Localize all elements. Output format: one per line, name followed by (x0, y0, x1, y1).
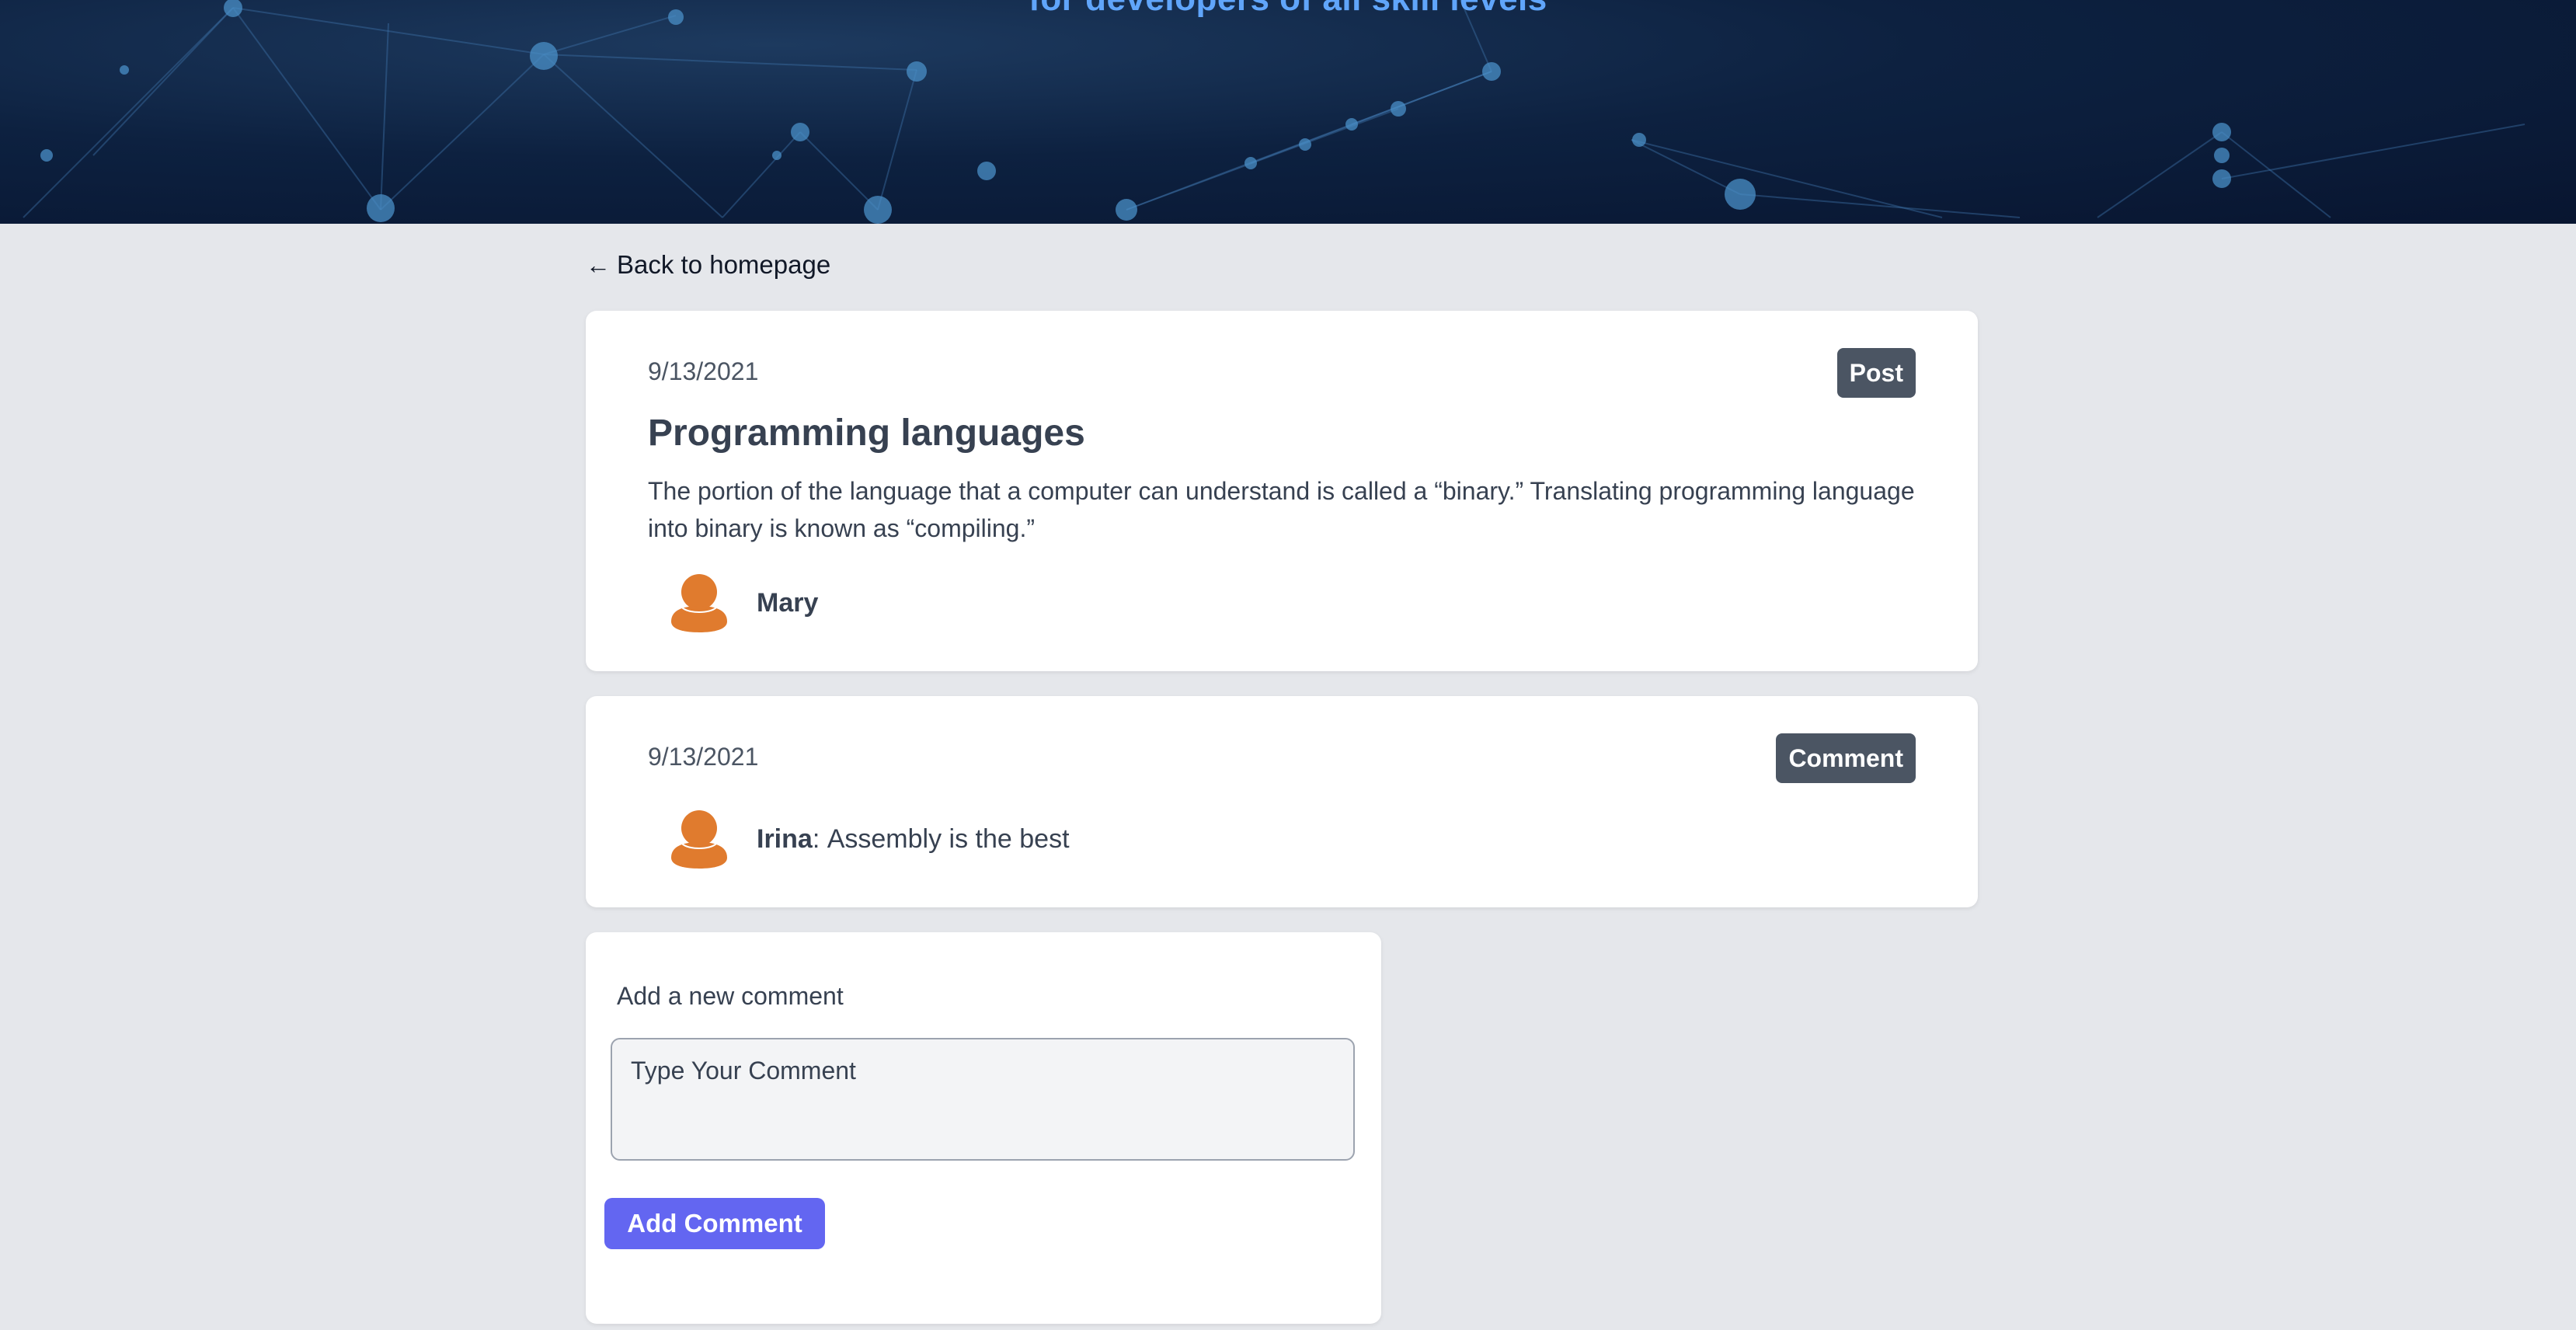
hero-tagline: for developers of all skill levels (0, 0, 2576, 19)
post-date: 9/13/2021 (648, 357, 759, 385)
post-type-badge: Post (1836, 348, 1916, 398)
comment-card: 9/13/2021 Comment Irina: Assembly is the… (586, 696, 1978, 907)
post-author-name: Mary (757, 587, 819, 618)
post-card: 9/13/2021 Post Programming languages The… (586, 311, 1978, 671)
new-comment-heading: Add a new comment (617, 982, 844, 1010)
add-comment-button[interactable]: Add Comment (604, 1198, 825, 1249)
network-background-graphic (23, 0, 2526, 224)
new-comment-form: Add a new comment Add Comment (586, 932, 1381, 1324)
comment-text: Assembly is the best (827, 823, 1070, 854)
comment-separator: : (812, 823, 827, 854)
comment-author: Irina: Assembly is the best (671, 809, 1070, 869)
hero-banner: for developers of all skill levels (0, 0, 2576, 224)
post-body: The portion of the language that a compu… (648, 477, 1915, 542)
comment-input[interactable] (611, 1038, 1355, 1161)
comment-type-badge: Comment (1776, 733, 1916, 783)
back-link-label: Back to homepage (617, 250, 831, 279)
comment-date: 9/13/2021 (648, 743, 759, 771)
back-to-homepage-link[interactable]: ← Back to homepage (586, 250, 830, 280)
post-author: Mary (671, 573, 818, 632)
arrow-left-icon: ← (586, 251, 611, 279)
user-avatar-icon (671, 810, 727, 869)
comment-author-name: Irina (757, 823, 813, 854)
post-title: Programming languages (648, 413, 1085, 454)
user-avatar-icon (671, 574, 727, 632)
